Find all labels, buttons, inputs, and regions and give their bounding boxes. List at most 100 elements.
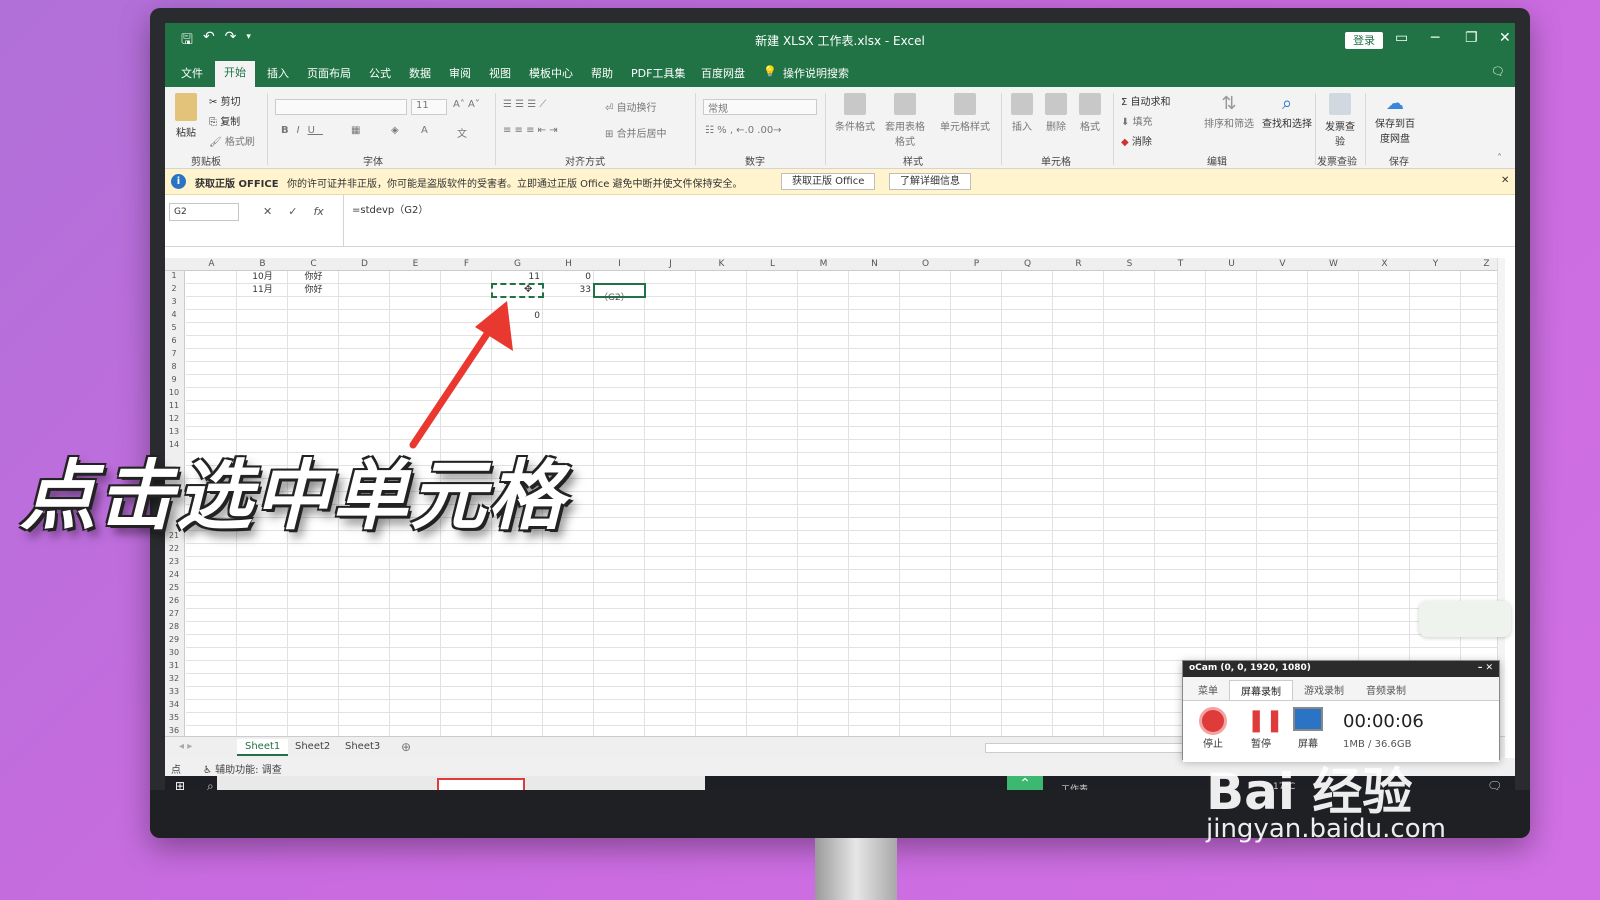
- row-header[interactable]: 5: [165, 323, 183, 332]
- save-to-netdisk-button[interactable]: ☁ 保存到百度网盘: [1371, 93, 1419, 145]
- cut-button[interactable]: ✂ 剪切: [209, 93, 241, 108]
- cell-styles-button[interactable]: 单元格样式: [937, 93, 993, 133]
- close-icon[interactable]: ✕: [1499, 30, 1511, 46]
- font-size-select[interactable]: 11: [411, 99, 447, 115]
- column-header[interactable]: H: [543, 259, 594, 269]
- column-header[interactable]: T: [1155, 259, 1206, 269]
- tab-file[interactable]: 文件: [181, 65, 203, 81]
- ocam-close-icon[interactable]: – ✕: [1478, 663, 1493, 673]
- wrap-text-button[interactable]: ⏎ 自动换行: [605, 99, 657, 114]
- ocam-pause-button[interactable]: ❚❚ 暂停: [1247, 707, 1284, 750]
- insert-cells-button[interactable]: 插入: [1007, 93, 1037, 133]
- row-header[interactable]: 28: [165, 622, 183, 631]
- floating-widget-icon[interactable]: [1419, 601, 1511, 637]
- row-header[interactable]: 25: [165, 583, 183, 592]
- row-header[interactable]: 11: [165, 401, 183, 410]
- delete-cells-button[interactable]: 删除: [1041, 93, 1071, 133]
- tab-help[interactable]: 帮助: [591, 65, 613, 81]
- get-genuine-office-button[interactable]: 获取正版 Office: [781, 173, 876, 190]
- phonetic-icon[interactable]: 文: [457, 125, 467, 140]
- tab-view[interactable]: 视图: [489, 65, 511, 81]
- name-box[interactable]: G2: [169, 203, 239, 221]
- border-icon[interactable]: ▦: [351, 125, 360, 136]
- row-header[interactable]: 9: [165, 375, 183, 384]
- cell-b2[interactable]: 11月: [237, 284, 288, 297]
- font-name-select[interactable]: [275, 99, 407, 115]
- tab-baidu-netdisk[interactable]: 百度网盘: [701, 65, 745, 81]
- align-horizontal-icons[interactable]: ≡ ≡ ≡ ⇤ ⇥: [503, 125, 558, 136]
- format-cells-button[interactable]: 格式: [1075, 93, 1105, 133]
- column-header[interactable]: A: [186, 259, 237, 269]
- cell-c1[interactable]: 你好: [288, 271, 339, 284]
- tab-data[interactable]: 数据: [409, 65, 431, 81]
- ocam-tab-game-record[interactable]: 游戏录制: [1293, 680, 1355, 700]
- learn-more-button[interactable]: 了解详细信息: [889, 173, 971, 190]
- row-header[interactable]: 24: [165, 570, 183, 579]
- row-header[interactable]: 2: [165, 284, 183, 293]
- row-header[interactable]: 31: [165, 661, 183, 670]
- column-header[interactable]: N: [849, 259, 900, 269]
- find-select-button[interactable]: ⌕ 查找和选择: [1259, 93, 1315, 130]
- tab-review[interactable]: 审阅: [449, 65, 471, 81]
- autosum-button[interactable]: Σ 自动求和: [1121, 93, 1171, 108]
- insert-function-icon[interactable]: fx: [313, 205, 323, 218]
- invoice-check-button[interactable]: 发票查验: [1325, 93, 1355, 148]
- collapse-ribbon-icon[interactable]: ˄: [1497, 153, 1502, 164]
- row-header[interactable]: 10: [165, 388, 183, 397]
- column-header[interactable]: J: [645, 259, 696, 269]
- sheet-tab-1[interactable]: Sheet1: [237, 739, 289, 756]
- tab-formulas[interactable]: 公式: [369, 65, 391, 81]
- column-header[interactable]: S: [1104, 259, 1155, 269]
- column-header[interactable]: R: [1053, 259, 1104, 269]
- active-cell-i2[interactable]: （G2）: [593, 283, 646, 303]
- number-format-select[interactable]: 常规: [703, 99, 817, 115]
- enter-icon[interactable]: ✓: [288, 205, 297, 218]
- column-header[interactable]: L: [747, 259, 798, 269]
- row-header[interactable]: 27: [165, 609, 183, 618]
- column-header[interactable]: Q: [1002, 259, 1053, 269]
- font-style-buttons[interactable]: BIU: [281, 125, 323, 136]
- column-header[interactable]: I: [594, 259, 645, 269]
- cell-h1[interactable]: 0: [543, 271, 591, 284]
- row-header[interactable]: 32: [165, 674, 183, 683]
- tab-home[interactable]: 开始: [215, 61, 255, 88]
- sheet-tab-3[interactable]: Sheet3: [337, 739, 388, 754]
- cell-b1[interactable]: 10月: [237, 271, 288, 284]
- row-header[interactable]: 36: [165, 726, 183, 735]
- row-header[interactable]: 23: [165, 557, 183, 566]
- accessibility-status[interactable]: ♿ 辅助功能: 调查: [203, 761, 282, 776]
- row-header[interactable]: 33: [165, 687, 183, 696]
- ribbon-display-icon[interactable]: ▭: [1395, 30, 1408, 46]
- tab-pdf-tools[interactable]: PDF工具集: [631, 65, 685, 81]
- column-header[interactable]: V: [1257, 259, 1308, 269]
- clear-button[interactable]: ◆ 消除: [1121, 133, 1152, 148]
- row-header[interactable]: 22: [165, 544, 183, 553]
- close-message-icon[interactable]: ✕: [1501, 175, 1509, 186]
- row-header[interactable]: 7: [165, 349, 183, 358]
- sheet-nav-icons[interactable]: ◂ ▸: [179, 741, 192, 752]
- column-header[interactable]: E: [390, 259, 441, 269]
- restore-icon[interactable]: ❐: [1465, 30, 1478, 46]
- cancel-icon[interactable]: ✕: [263, 205, 272, 218]
- row-header[interactable]: 6: [165, 336, 183, 345]
- font-grow-icon[interactable]: A˄ A˅: [453, 99, 480, 110]
- format-painter-button[interactable]: 🖌 格式刷: [209, 133, 255, 148]
- column-header[interactable]: Y: [1410, 259, 1461, 269]
- cell-h2[interactable]: 33: [543, 284, 591, 297]
- number-format-icons[interactable]: ☷ % , ←.0 .00→: [705, 125, 782, 136]
- row-header[interactable]: 35: [165, 713, 183, 722]
- ocam-tab-audio-record[interactable]: 音频录制: [1355, 680, 1417, 700]
- column-header[interactable]: C: [288, 259, 339, 269]
- row-header[interactable]: 12: [165, 414, 183, 423]
- column-header[interactable]: D: [339, 259, 390, 269]
- column-header[interactable]: P: [951, 259, 1002, 269]
- row-header[interactable]: 3: [165, 297, 183, 306]
- format-as-table-button[interactable]: 套用表格格式: [883, 93, 927, 148]
- column-header[interactable]: U: [1206, 259, 1257, 269]
- sort-filter-button[interactable]: ⇅ 排序和筛选: [1201, 93, 1257, 130]
- column-header[interactable]: O: [900, 259, 951, 269]
- login-button[interactable]: 登录: [1345, 32, 1383, 49]
- comments-icon[interactable]: 🗨: [1491, 65, 1505, 78]
- tab-insert[interactable]: 插入: [267, 65, 289, 81]
- column-header[interactable]: W: [1308, 259, 1359, 269]
